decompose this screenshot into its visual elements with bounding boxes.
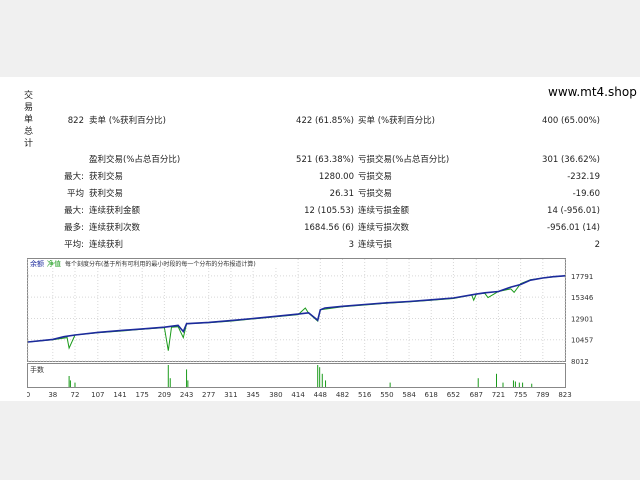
maximal-consecutive-profit-label: 连续获利次数 bbox=[89, 223, 141, 233]
largest-prefix: 最大: bbox=[64, 172, 84, 182]
x-tick-label: 209 bbox=[158, 391, 171, 399]
x-tick-label: 107 bbox=[91, 391, 104, 399]
long-positions-value: 400 (65.00%) bbox=[542, 116, 600, 126]
y-tick-label: 10457 bbox=[571, 337, 593, 345]
maximal-consecutive-loss-value: -956.01 (14) bbox=[547, 223, 600, 233]
avg-consecutive-losses-value: 2 bbox=[594, 240, 600, 250]
avg-consecutive-wins-value: 3 bbox=[348, 240, 354, 250]
largest-profit-value: 1280.00 bbox=[318, 172, 354, 182]
x-tick-label: 550 bbox=[380, 391, 393, 399]
largest-profit-label: 获利交易 bbox=[89, 172, 124, 182]
report-sheet: www.mt4.shop 交易单总计 822 卖单 (%获利百分比) 422 (… bbox=[0, 77, 640, 401]
y-tick-label: 17791 bbox=[571, 273, 593, 281]
y-tick-label: 8012 bbox=[571, 358, 589, 366]
max-consecutive-losses-value: 14 (-956.01) bbox=[547, 206, 600, 216]
x-tick-label: 311 bbox=[224, 391, 237, 399]
total-trades-value: 822 bbox=[67, 116, 84, 126]
largest-loss-label: 亏损交易 bbox=[358, 172, 393, 182]
profit-trades-value: 521 (63.38%) bbox=[296, 155, 354, 165]
y-tick-label: 15346 bbox=[571, 294, 594, 302]
y-tick-label: 12901 bbox=[571, 316, 593, 324]
x-tick-label: 345 bbox=[246, 391, 259, 399]
x-tick-labels: 0 38 72 107 141 175 209 243 277 311 345 380 414 448 48… bbox=[27, 391, 572, 399]
x-tick-label: 380 bbox=[269, 391, 282, 399]
x-tick-label: 584 bbox=[402, 391, 416, 399]
largest-loss-value: -232.19 bbox=[567, 172, 600, 182]
x-tick-label: 755 bbox=[514, 391, 527, 399]
x-tick-label: 618 bbox=[425, 391, 438, 399]
x-tick-label: 687 bbox=[470, 391, 483, 399]
max-consecutive-wins-value: 12 (105.53) bbox=[304, 206, 354, 216]
avg-consecutive-losses-label: 连续亏损 bbox=[358, 240, 393, 250]
average-profit-label: 获利交易 bbox=[89, 189, 124, 199]
maximal-prefix: 最多: bbox=[64, 223, 84, 233]
short-positions-value: 422 (61.85%) bbox=[296, 116, 354, 126]
legend-equity: 净值 bbox=[47, 259, 61, 268]
x-tick-label: 652 bbox=[447, 391, 460, 399]
average-prefix: 平均 bbox=[66, 189, 84, 199]
avg-consecutive-wins-label: 连续获利 bbox=[89, 240, 124, 250]
main-plot-frame bbox=[27, 258, 566, 362]
x-tick-label: 38 bbox=[48, 391, 57, 399]
short-positions-label: 卖单 (%获利百分比) bbox=[89, 116, 166, 126]
x-tick-label: 72 bbox=[71, 391, 80, 399]
x-tick-label: 175 bbox=[136, 391, 149, 399]
maximal-consecutive-loss-label: 连续亏损次数 bbox=[358, 223, 410, 233]
x-tick-label: 414 bbox=[291, 391, 305, 399]
average-loss-label: 亏损交易 bbox=[358, 189, 393, 199]
x-tick-label: 448 bbox=[314, 391, 327, 399]
balance-chart: 余额 净值 每个刻度分布(基于所有可利用的最小时段的每一个分布的分布报道计算) … bbox=[27, 258, 601, 399]
average-loss-value: -19.60 bbox=[572, 189, 600, 199]
trades-total-side-label: 交易单总计 bbox=[24, 91, 34, 149]
max-prefix: 最大: bbox=[64, 206, 84, 216]
avg-prefix: 平均: bbox=[64, 240, 84, 250]
x-tick-label: 243 bbox=[180, 391, 193, 399]
y-tick-labels: 17791 15346 12901 10457 8012 bbox=[571, 273, 594, 366]
x-tick-label: 482 bbox=[336, 391, 349, 399]
x-tick-label: 721 bbox=[492, 391, 505, 399]
site-watermark: www.mt4.shop bbox=[548, 85, 637, 99]
balance-chart-svg: 余额 净值 每个刻度分布(基于所有可利用的最小时段的每一个分布的分布报道计算) … bbox=[27, 258, 594, 399]
x-tick-label: 516 bbox=[358, 391, 372, 399]
x-tick-label: 823 bbox=[558, 391, 571, 399]
loss-trades-value: 301 (36.62%) bbox=[542, 155, 600, 165]
x-tick-label: 141 bbox=[113, 391, 126, 399]
loss-trades-label: 亏损交易(%占总百分比) bbox=[358, 155, 450, 165]
x-tick-label: 277 bbox=[202, 391, 215, 399]
legend-balance: 余额 bbox=[30, 259, 44, 268]
long-positions-label: 买单 (%获利百分比) bbox=[358, 116, 435, 126]
average-profit-value: 26.31 bbox=[329, 189, 354, 199]
max-consecutive-losses-label: 连续亏损金额 bbox=[358, 206, 410, 216]
lots-panel-label: 手数 bbox=[30, 365, 44, 374]
maximal-consecutive-profit-value: 1684.56 (6) bbox=[304, 223, 354, 233]
lots-plot-frame bbox=[27, 363, 566, 388]
legend-note: 每个刻度分布(基于所有可利用的最小时段的每一个分布的分布报道计算) bbox=[65, 260, 256, 268]
max-consecutive-wins-label: 连续获利金额 bbox=[89, 206, 141, 216]
x-tick-label: 789 bbox=[536, 391, 549, 399]
profit-trades-label: 盈利交易(%占总百分比) bbox=[89, 155, 181, 165]
x-tick-label: 0 bbox=[27, 391, 30, 399]
